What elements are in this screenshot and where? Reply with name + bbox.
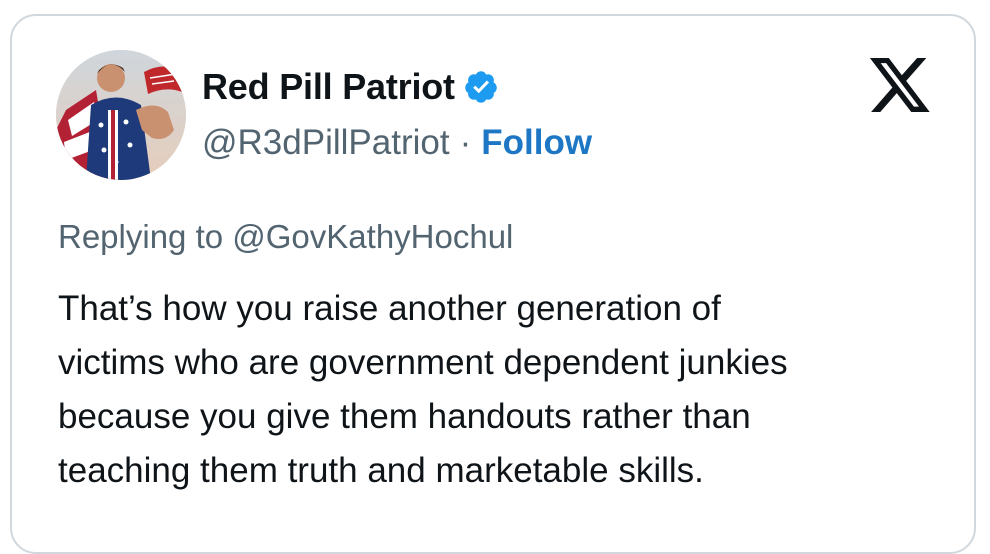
separator-dot: · <box>459 123 472 162</box>
avatar[interactable] <box>56 50 186 180</box>
verified-badge-icon <box>465 71 497 103</box>
tweet-text-line: victims who are government dependent jun… <box>58 343 788 382</box>
author-handle-row: @R3dPillPatriot · Follow <box>202 122 592 164</box>
tweet-text-line: because you give them handouts rather th… <box>58 397 751 436</box>
x-logo-icon[interactable] <box>870 58 930 112</box>
avatar-image <box>56 50 186 180</box>
tweet-text-line: teaching them truth and marketable skill… <box>58 451 704 490</box>
author-name-row: Red Pill Patriot <box>202 66 499 108</box>
tweet-text-line: That’s how you raise another generation … <box>58 289 721 328</box>
author-handle[interactable]: @R3dPillPatriot <box>202 123 450 163</box>
follow-button[interactable]: Follow <box>481 123 592 163</box>
tweet-body: That’s how you raise another generation … <box>58 282 938 498</box>
author-display-name[interactable]: Red Pill Patriot <box>202 66 455 108</box>
replying-to-text: Replying to @GovKathyHochul <box>58 218 514 255</box>
